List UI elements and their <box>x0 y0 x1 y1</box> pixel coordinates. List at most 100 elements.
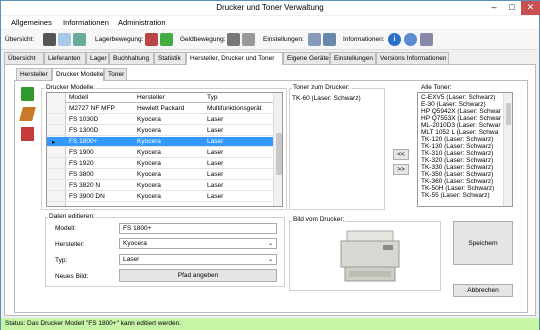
list-item[interactable]: HP Q7553X (Laser: Schwar <box>421 115 501 122</box>
all-toner-list[interactable]: C-EXV5 (Laser: Schwarz) E-30 (Laser: Sch… <box>417 92 513 207</box>
list-item[interactable]: TK-55 (Laser: Schwarz) <box>421 192 490 199</box>
cell-typ: Multifunktionsgerät <box>207 105 262 112</box>
list-item[interactable]: TK-320 (Laser: Schwarz) <box>421 157 493 164</box>
books-icon[interactable] <box>145 33 158 46</box>
cash-register-icon[interactable] <box>227 33 240 46</box>
menu-bar: Allgemeines Informationen Administration <box>1 16 539 29</box>
printer-icon[interactable] <box>43 33 56 46</box>
tab-lager[interactable]: Lager <box>86 52 109 64</box>
tab-eigene-geraete[interactable]: Eigene Geräte <box>283 52 330 64</box>
menu-administration[interactable]: Administration <box>118 18 166 27</box>
cell-typ: Laser <box>207 193 224 200</box>
table-row[interactable]: M2727 NF MFP Hewlett Packard Multifunkti… <box>47 104 273 114</box>
cell-modell: FS 3900 DN <box>69 193 105 200</box>
models-scrollbar[interactable] <box>273 93 282 206</box>
tab-buchhaltung[interactable]: Buchhaltung <box>109 52 154 64</box>
cell-hersteller: Kyocera <box>137 160 161 167</box>
info-icon[interactable]: i <box>388 33 401 46</box>
list-item[interactable]: TK-350 (Laser: Schwarz) <box>421 171 493 178</box>
printer-image-label: Bild vom Drucker: <box>292 216 346 223</box>
models-scroll-thumb[interactable] <box>276 133 282 175</box>
move-left-button[interactable]: << <box>393 149 409 160</box>
report-icon[interactable] <box>73 33 86 46</box>
network-icon[interactable] <box>420 33 433 46</box>
table-row[interactable]: FS 3900 DN Kyocera Laser <box>47 192 273 202</box>
typ-select[interactable]: Laser ⌄ <box>119 254 277 265</box>
col-modell[interactable]: Modell <box>69 94 88 101</box>
tab-hersteller[interactable]: Hersteller <box>16 68 52 80</box>
models-grid[interactable]: Modell Hersteller Typ M2727 NF MFP Hewle… <box>46 92 283 207</box>
list-item[interactable]: C-EXV5 (Laser: Schwarz) <box>421 94 495 101</box>
title-bar: Drucker und Toner Verwaltung <box>1 1 539 15</box>
tab-toner[interactable]: Toner <box>104 68 127 80</box>
cell-hersteller: Kyocera <box>137 171 161 178</box>
window-title: Drucker und Toner Verwaltung <box>216 3 324 12</box>
toner-for-printer-label: Toner zum Drucker: <box>292 84 351 91</box>
col-typ[interactable]: Typ <box>207 94 217 101</box>
einstellungen-label: Einstellungen: <box>263 36 304 43</box>
copy-icon[interactable] <box>58 33 71 46</box>
list-item[interactable]: TK-330 (Laser: Schwarz) <box>421 164 493 171</box>
maximize-icon[interactable]: □ <box>503 1 521 15</box>
cell-hersteller: Kyocera <box>137 127 161 134</box>
choose-path-button[interactable]: Pfad angeben <box>119 269 277 282</box>
cell-modell: FS 1030D <box>69 116 99 123</box>
tab-lieferanten[interactable]: Lieferanten <box>44 52 86 64</box>
tab-uebersicht[interactable]: Übersicht <box>4 52 44 64</box>
minimize-icon[interactable]: – <box>485 1 503 15</box>
list-item[interactable]: TK-360 (Laser: Schwarz) <box>421 178 493 185</box>
table-row[interactable]: FS 1300D Kyocera Laser <box>47 126 273 136</box>
toner-scrollbar[interactable] <box>503 93 512 206</box>
hersteller-select[interactable]: Kyocera ⌄ <box>119 238 277 249</box>
move-right-button[interactable]: >> <box>393 164 409 175</box>
list-item[interactable]: E-30 (Laser: Schwarz) <box>421 101 486 108</box>
tab-statistik[interactable]: Statistik <box>154 52 186 64</box>
chevron-down-icon: ⌄ <box>267 257 273 263</box>
table-row-selected[interactable]: ▸ FS 1800+ Kyocera Laser <box>47 137 273 147</box>
hersteller-label: Hersteller: <box>55 241 85 248</box>
edit-group-label: Daten editieren: <box>48 213 96 220</box>
save-button[interactable]: Speichern <box>453 221 513 265</box>
uebersicht-label: Übersicht: <box>5 36 35 43</box>
app-window: Drucker und Toner Verwaltung – □ ✕ Allge… <box>0 0 540 330</box>
menu-informationen[interactable]: Informationen <box>63 18 109 27</box>
cell-typ: Laser <box>207 160 224 167</box>
col-hersteller[interactable]: Hersteller <box>137 94 165 101</box>
table-row[interactable]: FS 3800 Kyocera Laser <box>47 170 273 180</box>
status-bar: Status: Das Drucker Modell "FS 1800+" ka… <box>1 318 539 330</box>
list-item[interactable]: TK-50H (Laser: Schwarz) <box>421 185 494 192</box>
list-item[interactable]: HP Q5942X (Laser: Schwar <box>421 108 501 115</box>
toner-for-printer-item[interactable]: TK-60 (Laser: Schwarz) <box>292 95 361 102</box>
modell-field[interactable]: FS 1800+ <box>119 223 277 234</box>
gear-icon[interactable] <box>308 33 321 46</box>
table-row[interactable]: FS 3820 N Kyocera Laser <box>47 181 273 191</box>
models-group-label: Drucker Modelle: <box>45 84 97 91</box>
help-icon[interactable] <box>404 33 417 46</box>
list-item[interactable]: TK-120 (Laser: Schwarz) <box>421 136 493 143</box>
tab-einstellungen[interactable]: Einstellungen <box>330 52 376 64</box>
toner-scroll-thumb[interactable] <box>506 103 511 125</box>
tab-hersteller-drucker-toner[interactable]: Hersteller, Drucker und Toner <box>186 52 283 65</box>
add-printer-icon[interactable] <box>21 87 34 101</box>
delete-printer-icon[interactable] <box>21 127 34 141</box>
tab-versions-informationen[interactable]: Versions Informationen <box>376 52 449 64</box>
close-icon[interactable]: ✕ <box>521 1 540 15</box>
cell-hersteller: Kyocera <box>137 149 161 156</box>
cell-modell: FS 3820 N <box>69 182 101 189</box>
tab-drucker-modelle[interactable]: Drucker Modelle <box>52 68 104 81</box>
tools-icon[interactable] <box>323 33 336 46</box>
list-item[interactable]: MLT 1052 L (Laser: Schwa <box>421 129 498 136</box>
table-row[interactable]: FS 1900 Kyocera Laser <box>47 148 273 158</box>
calculator-icon[interactable] <box>242 33 255 46</box>
list-item[interactable]: TK-310 (Laser: Schwarz) <box>421 150 493 157</box>
list-item[interactable]: TK-130 (Laser: Schwarz) <box>421 143 493 150</box>
table-row[interactable]: FS 1920 Kyocera Laser <box>47 159 273 169</box>
table-row[interactable]: FS 1030D Kyocera Laser <box>47 115 273 125</box>
cell-hersteller: Kyocera <box>137 182 161 189</box>
menu-allgemeines[interactable]: Allgemeines <box>11 18 52 27</box>
box-icon[interactable] <box>160 33 173 46</box>
cell-typ: Laser <box>207 149 224 156</box>
cancel-button[interactable]: Abbrechen <box>453 284 513 297</box>
list-item[interactable]: ML-2010D3 (Laser: Schwar <box>421 122 500 129</box>
informationen-label: Informationen: <box>343 36 385 43</box>
